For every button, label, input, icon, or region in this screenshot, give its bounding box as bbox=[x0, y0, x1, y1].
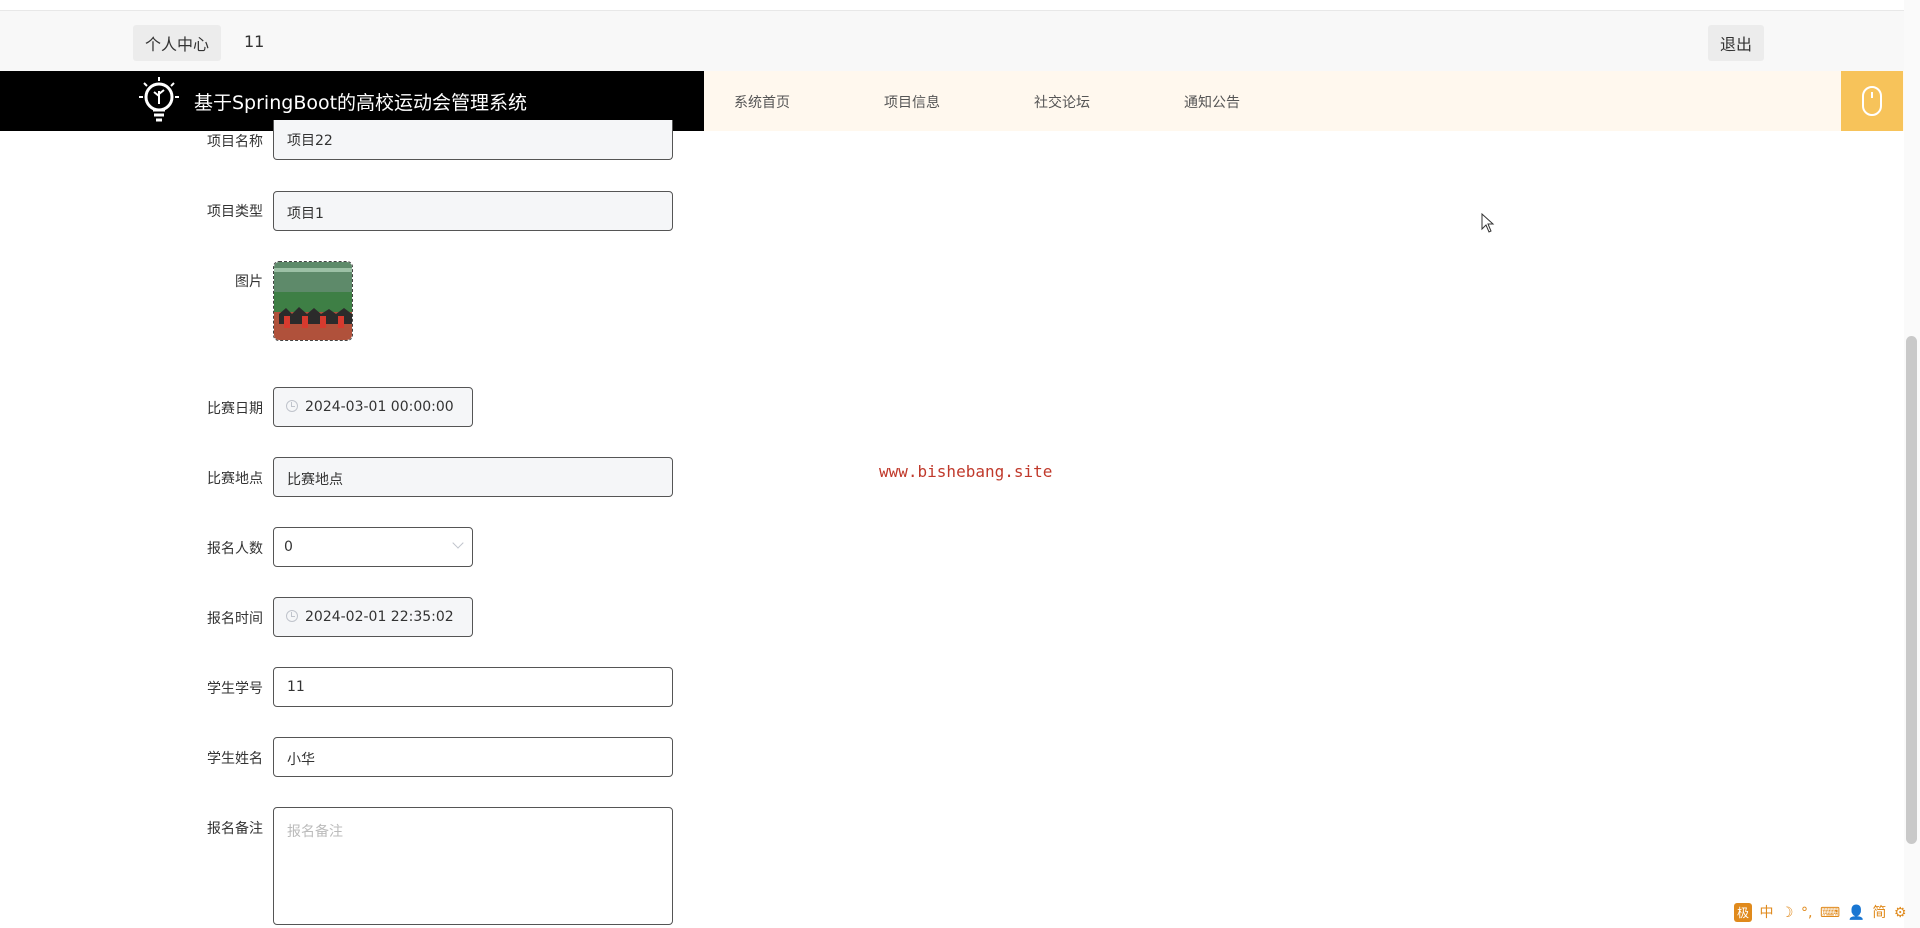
profile-center-button[interactable]: 个人中心 bbox=[133, 25, 222, 61]
signup-time-label: 报名时间 bbox=[207, 611, 263, 627]
project-image-thumbnail[interactable] bbox=[273, 261, 353, 341]
match-location-label: 比赛地点 bbox=[207, 471, 263, 487]
site-title: 基于SpringBoot的高校运动会管理系统 bbox=[194, 92, 528, 114]
punctuation-icon[interactable]: °, bbox=[1801, 905, 1812, 921]
nav-home[interactable]: 系统首页 bbox=[734, 92, 790, 112]
match-date-value: 2024-03-01 00:00:00 bbox=[305, 399, 454, 415]
signup-count-label: 报名人数 bbox=[207, 541, 263, 557]
keyboard-icon[interactable]: ⌨ bbox=[1820, 905, 1840, 921]
mouse-scroll-button[interactable] bbox=[1841, 71, 1903, 131]
ime-chinese-mode[interactable]: 中 bbox=[1759, 905, 1773, 921]
user-icon[interactable]: 👤 bbox=[1848, 905, 1865, 921]
nav-notices[interactable]: 通知公告 bbox=[1184, 92, 1240, 112]
ime-toolbar[interactable]: 极 中 ☽ °, ⌨ 👤 简 ⚙ bbox=[1734, 902, 1909, 924]
project-type-label: 项目类型 bbox=[207, 204, 263, 220]
clock-icon bbox=[286, 610, 298, 622]
lightbulb-logo-icon bbox=[139, 77, 179, 122]
logout-button[interactable]: 退出 bbox=[1708, 25, 1765, 61]
gear-icon[interactable]: ⚙ bbox=[1894, 905, 1907, 921]
username: 11 bbox=[244, 32, 265, 51]
top-bar: 个人中心 11 退出 bbox=[0, 10, 1920, 72]
project-type-field[interactable]: 项目1 bbox=[273, 191, 673, 231]
student-id-field[interactable]: 11 bbox=[273, 667, 673, 707]
match-location-field[interactable]: 比赛地点 bbox=[273, 457, 673, 497]
student-name-value: 小华 bbox=[287, 752, 315, 768]
ime-logo-icon[interactable]: 极 bbox=[1734, 903, 1753, 922]
signup-time-value: 2024-02-01 22:35:02 bbox=[305, 609, 454, 625]
clock-icon bbox=[286, 400, 298, 412]
signup-count-value: 0 bbox=[284, 539, 293, 555]
match-date-label: 比赛日期 bbox=[207, 401, 263, 417]
mouse-icon bbox=[1862, 86, 1882, 116]
project-name-field[interactable]: 项目22 bbox=[273, 120, 673, 160]
signup-note-textarea[interactable] bbox=[273, 807, 673, 925]
student-name-field[interactable]: 小华 bbox=[273, 737, 673, 777]
scrollbar-thumb[interactable] bbox=[1906, 336, 1917, 844]
mouse-pointer-icon bbox=[1481, 213, 1495, 233]
student-id-label: 学生学号 bbox=[207, 681, 263, 697]
signup-note-label: 报名备注 bbox=[207, 821, 263, 837]
nav-forum[interactable]: 社交论坛 bbox=[1034, 92, 1090, 112]
project-name-label: 项目名称 bbox=[207, 134, 263, 150]
chevron-down-icon bbox=[452, 537, 464, 549]
image-label: 图片 bbox=[235, 274, 263, 290]
student-name-label: 学生姓名 bbox=[207, 751, 263, 767]
sports-field-image bbox=[274, 262, 352, 340]
watermark-text: www.bishebang.site bbox=[879, 462, 1053, 481]
student-id-value: 11 bbox=[287, 679, 305, 695]
nav-projects[interactable]: 项目信息 bbox=[884, 92, 940, 112]
match-date-picker[interactable]: 2024-03-01 00:00:00 bbox=[273, 387, 473, 427]
project-type-value: 项目1 bbox=[287, 206, 324, 222]
signup-count-select[interactable]: 0 bbox=[273, 527, 473, 567]
ime-simplified-mode[interactable]: 简 bbox=[1872, 905, 1886, 921]
moon-icon[interactable]: ☽ bbox=[1781, 905, 1794, 921]
project-name-value: 项目22 bbox=[287, 133, 333, 149]
signup-time-picker[interactable]: 2024-02-01 22:35:02 bbox=[273, 597, 473, 637]
match-location-value: 比赛地点 bbox=[287, 472, 343, 488]
